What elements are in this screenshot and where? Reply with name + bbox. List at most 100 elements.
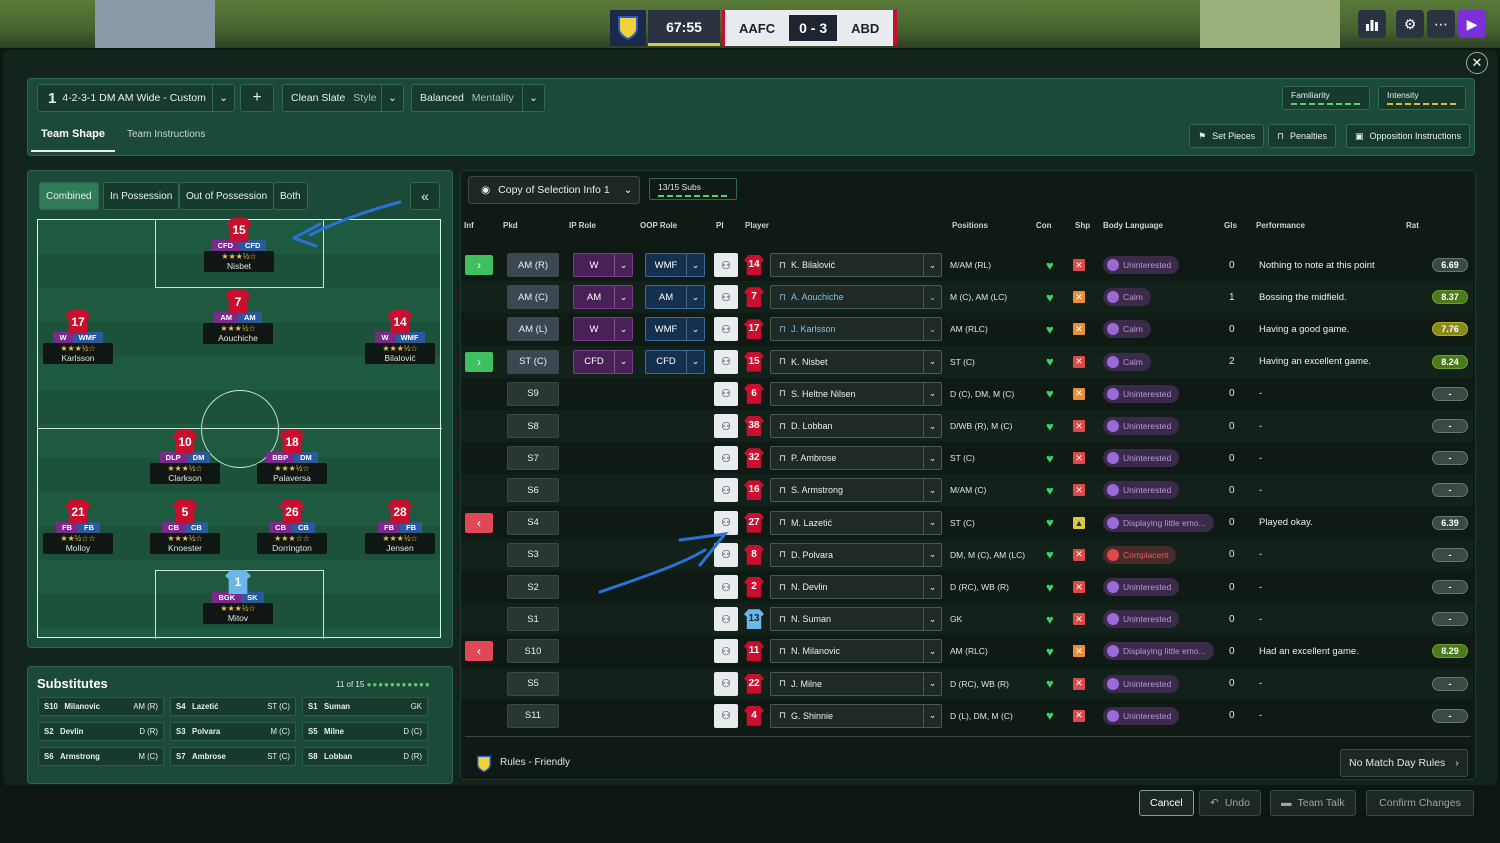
pitch-player-card[interactable]: 1 BGK SK ★★★½☆ Mitov (203, 570, 273, 624)
substitute-item[interactable]: S5 Milne D (C) (302, 722, 428, 741)
view-dropdown[interactable]: ◉ Copy of Selection Info 1 ⌄ (468, 176, 640, 204)
familiarity-meter[interactable]: Familiarity (1282, 86, 1370, 110)
picked-position[interactable]: AM (R) (507, 253, 559, 277)
view-combined[interactable]: Combined (39, 182, 99, 210)
oop-role-select[interactable]: WMF ⌄ (645, 317, 705, 342)
pitch-player-card[interactable]: 14 W WMF ★★★½☆ Bilalović (365, 310, 435, 364)
intensity-meter[interactable]: Intensity (1378, 86, 1466, 110)
column-header[interactable]: Performance (1256, 221, 1305, 230)
person-icon[interactable]: ⚇ (714, 478, 738, 503)
player-select[interactable]: ⊓ N. Milanovic ⌄ (770, 639, 942, 664)
close-icon[interactable]: ✕ (1466, 52, 1488, 74)
confirm-changes-button[interactable]: Confirm Changes (1366, 790, 1474, 816)
substitute-item[interactable]: S10 Milanovic AM (R) (38, 697, 164, 716)
play-icon[interactable]: ▶ (1458, 10, 1486, 38)
opposition-instructions-button[interactable]: ▣ Opposition Instructions (1346, 124, 1471, 148)
formation-dropdown[interactable]: 1 4-2-3-1 DM AM Wide - Custom ⌄ (37, 84, 235, 112)
column-header[interactable]: Inf (464, 221, 474, 230)
picked-position[interactable]: S3 (507, 542, 559, 567)
player-select[interactable]: ⊓ P. Ambrose ⌄ (770, 446, 942, 471)
table-row[interactable]: S11 ⚇ 4 ⊓ G. Shinnie ⌄ D (L), DM, M (C) ♥ ✕ Unint… (461, 700, 1473, 732)
table-row[interactable]: AM (C) AM ⌄ AM ⌄ ⚇ 7 ⊓ A. Aouchiche ⌄ M (C), AM (L… (461, 281, 1473, 314)
player-select[interactable]: ⊓ S. Heltne Nilsen ⌄ (770, 381, 942, 406)
column-header[interactable]: Pkd (503, 221, 518, 230)
gear-icon[interactable]: ⚙ (1396, 10, 1424, 38)
person-icon[interactable]: ⚇ (714, 253, 738, 277)
ip-role-select[interactable]: CFD ⌄ (573, 349, 633, 374)
table-row[interactable]: › AM (R) W ⌄ WMF ⌄ ⚇ 14 ⊓ K. Bilalović ⌄ M/AM (RL) ♥… (461, 249, 1473, 281)
person-icon[interactable]: ⚇ (714, 639, 738, 664)
table-row[interactable]: S8 ⚇ 38 ⊓ D. Lobban ⌄ D/WB (R), M (C) ♥ ✕ Uninter… (461, 410, 1473, 442)
collapse-icon[interactable]: « (410, 182, 440, 210)
team-talk-button[interactable]: ▬ Team Talk (1270, 790, 1356, 816)
column-header[interactable]: PI (716, 221, 724, 230)
player-select[interactable]: ⊓ K. Bilalović ⌄ (770, 253, 942, 277)
pitch-player-card[interactable]: 21 FB FB ★★½☆☆ Molloy (43, 500, 113, 554)
person-icon[interactable]: ⚇ (714, 703, 738, 728)
person-icon[interactable]: ⚇ (714, 446, 738, 471)
table-row[interactable]: AM (L) W ⌄ WMF ⌄ ⚇ 17 ⊓ J. Karlsson ⌄ AM (RLC) ♥ ✕ Ca… (461, 313, 1473, 345)
player-select[interactable]: ⊓ D. Lobban ⌄ (770, 414, 942, 438)
sub-out-icon[interactable]: ‹ (465, 512, 493, 533)
undo-button[interactable]: ↶ Undo (1199, 790, 1261, 816)
person-icon[interactable]: ⚇ (714, 381, 738, 406)
oop-role-select[interactable]: CFD ⌄ (645, 349, 705, 374)
player-select[interactable]: ⊓ A. Aouchiche ⌄ (770, 285, 942, 310)
table-row[interactable]: S7 ⚇ 32 ⊓ P. Ambrose ⌄ ST (C) ♥ ✕ Uninterested 0 - - (461, 442, 1473, 474)
person-icon[interactable]: ⚇ (714, 317, 738, 342)
bar-chart-icon[interactable] (1358, 10, 1386, 38)
picked-position[interactable]: S4 (507, 510, 559, 535)
penalties-button[interactable]: ⊓ Penalties (1268, 124, 1337, 148)
person-icon[interactable]: ⚇ (714, 285, 738, 310)
ip-role-select[interactable]: AM ⌄ (573, 285, 633, 310)
column-header[interactable]: Player (745, 221, 769, 230)
substitute-item[interactable]: S7 Ambrose ST (C) (170, 747, 296, 766)
player-select[interactable]: ⊓ N. Devlin ⌄ (770, 575, 942, 599)
tab-team-instructions[interactable]: Team Instructions (127, 129, 205, 140)
view-in-possession[interactable]: In Possession (103, 182, 180, 210)
picked-position[interactable]: ST (C) (507, 349, 559, 374)
column-header[interactable]: Shp (1075, 221, 1090, 230)
player-select[interactable]: ⊓ D. Polvara ⌄ (770, 542, 942, 567)
column-header[interactable]: Rat (1406, 221, 1419, 230)
match-day-rules-button[interactable]: No Match Day Rules › (1340, 749, 1468, 777)
pitch-player-card[interactable]: 18 BBP DM ★★★½☆ Palaversa (257, 430, 327, 484)
substitute-item[interactable]: S6 Armstrong M (C) (38, 747, 164, 766)
pitch-player-card[interactable]: 17 W WMF ★★★½☆ Karlsson (43, 310, 113, 364)
pitch-player-card[interactable]: 15 CFD CFD ★★★½☆ Nisbet (204, 218, 274, 272)
cancel-button[interactable]: Cancel (1139, 790, 1194, 816)
picked-position[interactable]: S2 (507, 575, 559, 599)
player-select[interactable]: ⊓ J. Milne ⌄ (770, 671, 942, 696)
table-row[interactable]: ‹ S10 ⚇ 11 ⊓ N. Milanovic ⌄ AM (RLC) ♥ ✕ Displayin… (461, 635, 1473, 667)
substitute-item[interactable]: S4 Lazetić ST (C) (170, 697, 296, 716)
sub-in-icon[interactable]: › (465, 351, 493, 372)
style-dropdown[interactable]: Clean Slate Style ⌄ (282, 84, 404, 112)
mentality-dropdown[interactable]: Balanced Mentality ⌄ (411, 84, 545, 112)
pitch-player-card[interactable]: 10 DLP DM ★★★½☆ Clarkson (150, 430, 220, 484)
column-header[interactable]: OOP Role (640, 221, 677, 230)
person-icon[interactable]: ⚇ (714, 414, 738, 438)
player-select[interactable]: ⊓ J. Karlsson ⌄ (770, 317, 942, 342)
picked-position[interactable]: S8 (507, 414, 559, 438)
substitute-item[interactable]: S2 Devlin D (R) (38, 722, 164, 741)
ip-role-select[interactable]: W ⌄ (573, 317, 633, 342)
column-header[interactable]: IP Role (569, 221, 596, 230)
substitute-item[interactable]: S3 Polvara M (C) (170, 722, 296, 741)
picked-position[interactable]: S1 (507, 607, 559, 632)
picked-position[interactable]: S11 (507, 703, 559, 728)
sub-out-icon[interactable]: ‹ (465, 641, 493, 662)
player-select[interactable]: ⊓ K. Nisbet ⌄ (770, 349, 942, 374)
table-row[interactable]: S9 ⚇ 6 ⊓ S. Heltne Nilsen ⌄ D (C), DM, M (C) ♥ ✕… (461, 378, 1473, 410)
substitute-item[interactable]: S8 Lobban D (R) (302, 747, 428, 766)
column-header[interactable]: Positions (952, 221, 988, 230)
pitch-player-card[interactable]: 7 AM AM ★★★½☆ Aouchiche (203, 290, 273, 344)
table-row[interactable]: S5 ⚇ 22 ⊓ J. Milne ⌄ D (RC), WB (R) ♥ ✕ Uninteres… (461, 667, 1473, 700)
player-select[interactable]: ⊓ S. Armstrong ⌄ (770, 478, 942, 503)
picked-position[interactable]: AM (C) (507, 285, 559, 310)
person-icon[interactable]: ⚇ (714, 349, 738, 374)
player-select[interactable]: ⊓ G. Shinnie ⌄ (770, 703, 942, 728)
ip-role-select[interactable]: W ⌄ (573, 253, 633, 277)
person-icon[interactable]: ⚇ (714, 607, 738, 632)
substitute-item[interactable]: S1 Suman GK (302, 697, 428, 716)
table-row[interactable]: S1 ⚇ 13 ⊓ N. Suman ⌄ GK ♥ ✕ Uninterested 0 - - (461, 603, 1473, 636)
